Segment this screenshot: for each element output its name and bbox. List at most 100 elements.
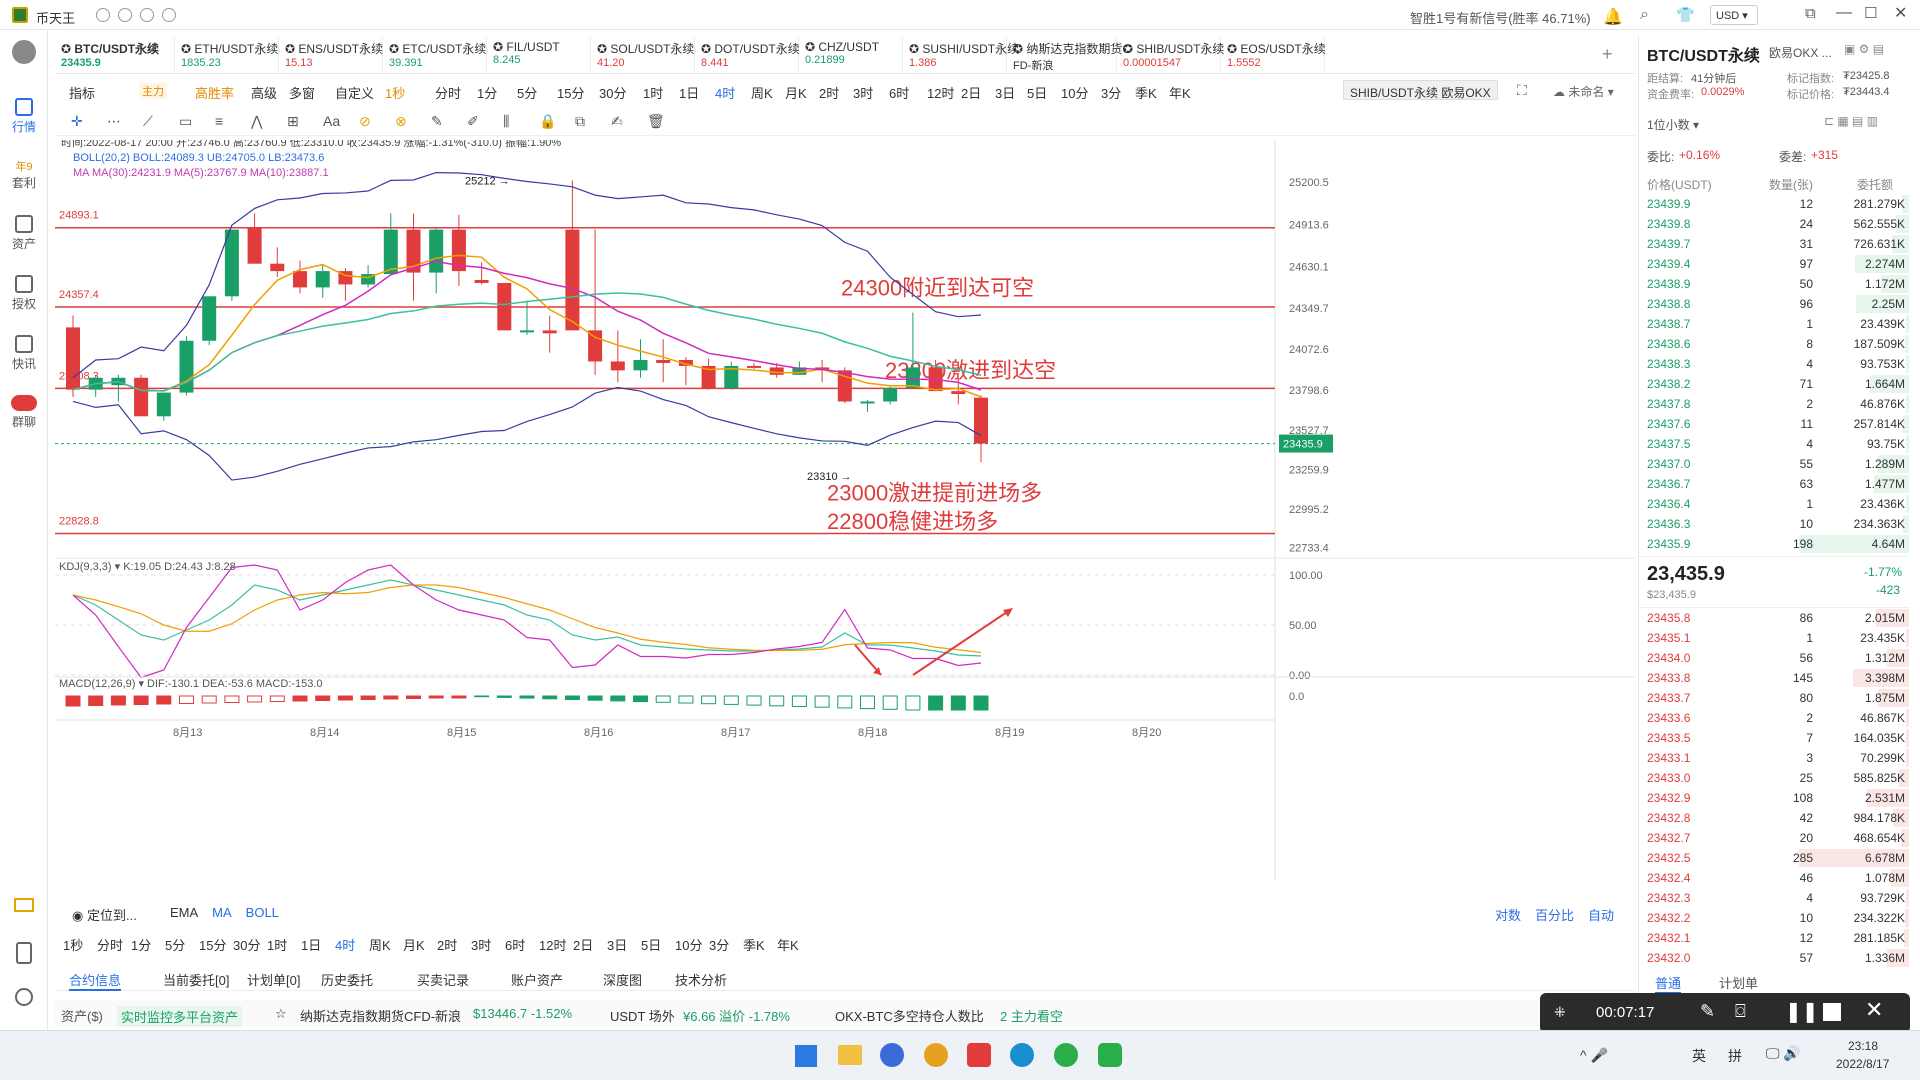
settings-icon[interactable]: [15, 988, 33, 1006]
bottom-timeframe[interactable]: 分时: [97, 935, 123, 954]
sidebar-item-chat[interactable]: 群聊: [0, 395, 48, 430]
scale-option[interactable]: 对数: [1495, 908, 1521, 923]
ask-row[interactable]: 23436.3 10 234.363K: [1639, 514, 1909, 534]
phone-icon[interactable]: [16, 942, 32, 964]
ask-row[interactable]: 23439.7 31 726.631K: [1639, 234, 1909, 254]
ask-row[interactable]: 23437.0 55 1.289M: [1639, 454, 1909, 474]
indicator-boll[interactable]: BOLL: [246, 905, 279, 920]
bottom-timeframe[interactable]: 2时: [437, 935, 457, 954]
toolbar-item[interactable]: 月K: [785, 83, 807, 102]
tab[interactable]: 合约信息: [69, 970, 122, 991]
toolbar-item[interactable]: 高胜率: [195, 83, 234, 102]
close-icon[interactable]: ✕: [1894, 3, 1907, 23]
toolbar-item[interactable]: 5日: [1027, 83, 1047, 102]
bell-icon[interactable]: 🔔: [1603, 7, 1623, 27]
camera-icon[interactable]: ⌼: [1735, 1001, 1746, 1022]
ask-row[interactable]: 23437.5 4 93.75K: [1639, 434, 1909, 454]
compare-icon[interactable]: ⫼: [503, 113, 509, 130]
tab[interactable]: 技术分析: [675, 970, 727, 989]
sidebar-item-assets[interactable]: 资产: [0, 215, 48, 252]
network-icon[interactable]: 🖵 🔊: [1766, 1045, 1801, 1062]
ime-pinyin[interactable]: 拼: [1728, 1046, 1742, 1066]
bid-row[interactable]: 23432.2 10 234.322K: [1639, 908, 1909, 928]
toolbar-item[interactable]: 1秒: [385, 83, 405, 102]
candle-body[interactable]: [315, 271, 330, 288]
tab[interactable]: 计划单[0]: [247, 970, 300, 989]
sidebar-item-auth[interactable]: 授权: [0, 275, 48, 312]
ask-row[interactable]: 23438.7 1 23.439K: [1639, 314, 1909, 334]
pair-tag[interactable]: SHIB/USDT永续 欧易OKX: [1343, 80, 1498, 100]
candle-body[interactable]: [270, 263, 285, 272]
bottom-timeframe[interactable]: 1日: [301, 935, 321, 954]
trash-icon[interactable]: 🗑: [647, 113, 665, 130]
chrome-icon[interactable]: [924, 1043, 948, 1067]
bid-row[interactable]: 23435.8 86 2.015M: [1639, 608, 1909, 628]
currency-select[interactable]: USD ▾: [1710, 5, 1758, 25]
bottom-timeframe[interactable]: 30分: [233, 935, 260, 954]
candle-body[interactable]: [542, 330, 557, 334]
book-layout-icons[interactable]: ⊏ ▦ ▤ ▥: [1824, 114, 1878, 128]
kline-chart[interactable]: 时间:2022-08-17 20:00 开:23746.0 高:23760.9 …: [55, 140, 1635, 880]
candle-body[interactable]: [134, 377, 149, 417]
ask-row[interactable]: 23439.4 97 2.274M: [1639, 254, 1909, 274]
window-icon-4[interactable]: [162, 8, 176, 22]
toolbar-item[interactable]: 年K: [1169, 83, 1191, 102]
toolbar-item[interactable]: 5分: [517, 83, 537, 102]
ruler-icon[interactable]: ⋯: [107, 113, 121, 130]
bottom-timeframe[interactable]: 月K: [403, 935, 425, 954]
audio-icon[interactable]: ⁜: [1554, 1004, 1566, 1021]
candle-body[interactable]: [66, 327, 80, 390]
candle-body[interactable]: [247, 228, 262, 264]
bottom-timeframe[interactable]: 4时: [335, 935, 355, 954]
ask-row[interactable]: 23438.9 50 1.172M: [1639, 274, 1909, 294]
draw-icon[interactable]: ✎: [1700, 1001, 1715, 1022]
bid-row[interactable]: 23432.1 12 281.185K: [1639, 928, 1909, 948]
bid-row[interactable]: 23433.5 7 164.035K: [1639, 728, 1909, 748]
bottom-timeframe[interactable]: 季K: [743, 935, 765, 954]
bid-row[interactable]: 23433.0 25 585.825K: [1639, 768, 1909, 788]
ticker-8[interactable]: ✪ SUSHI/USDT永续 1.386: [903, 36, 1019, 74]
pause-icon[interactable]: ❚❚: [1785, 999, 1819, 1024]
bid-row[interactable]: 23435.1 1 23.435K: [1639, 628, 1909, 648]
ask-row[interactable]: 23439.9 12 281.279K: [1639, 194, 1909, 214]
search-icon[interactable]: ⌕: [1640, 6, 1649, 24]
candle-body[interactable]: [769, 367, 784, 375]
candle-body[interactable]: [474, 280, 489, 283]
plus-tool-icon[interactable]: ⊞: [287, 113, 299, 130]
ask-row[interactable]: 23438.8 96 2.25M: [1639, 294, 1909, 314]
bid-row[interactable]: 23432.0 57 1.336M: [1639, 948, 1909, 968]
toolbar-item[interactable]: 主力: [139, 83, 167, 99]
toolbar-item[interactable]: 高级: [251, 83, 277, 102]
ticker-0[interactable]: ✪ BTC/USDT永续 23435.9: [55, 36, 175, 74]
ask-row[interactable]: 23438.2 71 1.664M: [1639, 374, 1909, 394]
toolbar-item[interactable]: 4时: [715, 83, 735, 102]
diamond-icon[interactable]: [14, 898, 34, 912]
bid-row[interactable]: 23432.3 4 93.729K: [1639, 888, 1909, 908]
window-icon-2[interactable]: [118, 8, 132, 22]
tray-icons[interactable]: ^ 🎤: [1580, 1047, 1608, 1064]
bottom-timeframe[interactable]: 15分: [199, 935, 226, 954]
ask-row[interactable]: 23437.8 2 46.876K: [1639, 394, 1909, 414]
ticker-5[interactable]: ✪ SOL/USDT永续 41.20: [591, 36, 695, 74]
minimize-icon[interactable]: —: [1836, 4, 1852, 22]
indicator-ema[interactable]: EMA: [170, 905, 198, 920]
edit-icon[interactable]: ✍: [611, 113, 623, 130]
toolbar-item[interactable]: 15分: [557, 83, 584, 102]
magnet-icon[interactable]: ⊘: [359, 113, 371, 130]
bid-row[interactable]: 23433.6 2 46.867K: [1639, 708, 1909, 728]
candle-body[interactable]: [951, 391, 966, 395]
monitor-button[interactable]: 实时监控多平台资产: [117, 1006, 243, 1027]
bottom-timeframe[interactable]: 3日: [607, 935, 627, 954]
bottom-timeframe[interactable]: 1分: [131, 935, 151, 954]
close-rec-icon[interactable]: ✕: [1865, 997, 1883, 1023]
panel-icons[interactable]: ▣ ⚙ ▤: [1844, 42, 1884, 56]
shirt-icon[interactable]: 👕: [1676, 6, 1695, 24]
edge-icon[interactable]: [1010, 1043, 1034, 1067]
start-icon[interactable]: [795, 1045, 817, 1067]
toolbar-item[interactable]: 多窗: [289, 83, 315, 102]
app-icon-1[interactable]: [880, 1043, 904, 1067]
copy-icon[interactable]: ⧉: [575, 113, 585, 130]
bid-row[interactable]: 23433.7 80 1.875M: [1639, 688, 1909, 708]
wechat-icon[interactable]: [1054, 1043, 1078, 1067]
scale-option[interactable]: 百分比: [1535, 908, 1574, 923]
